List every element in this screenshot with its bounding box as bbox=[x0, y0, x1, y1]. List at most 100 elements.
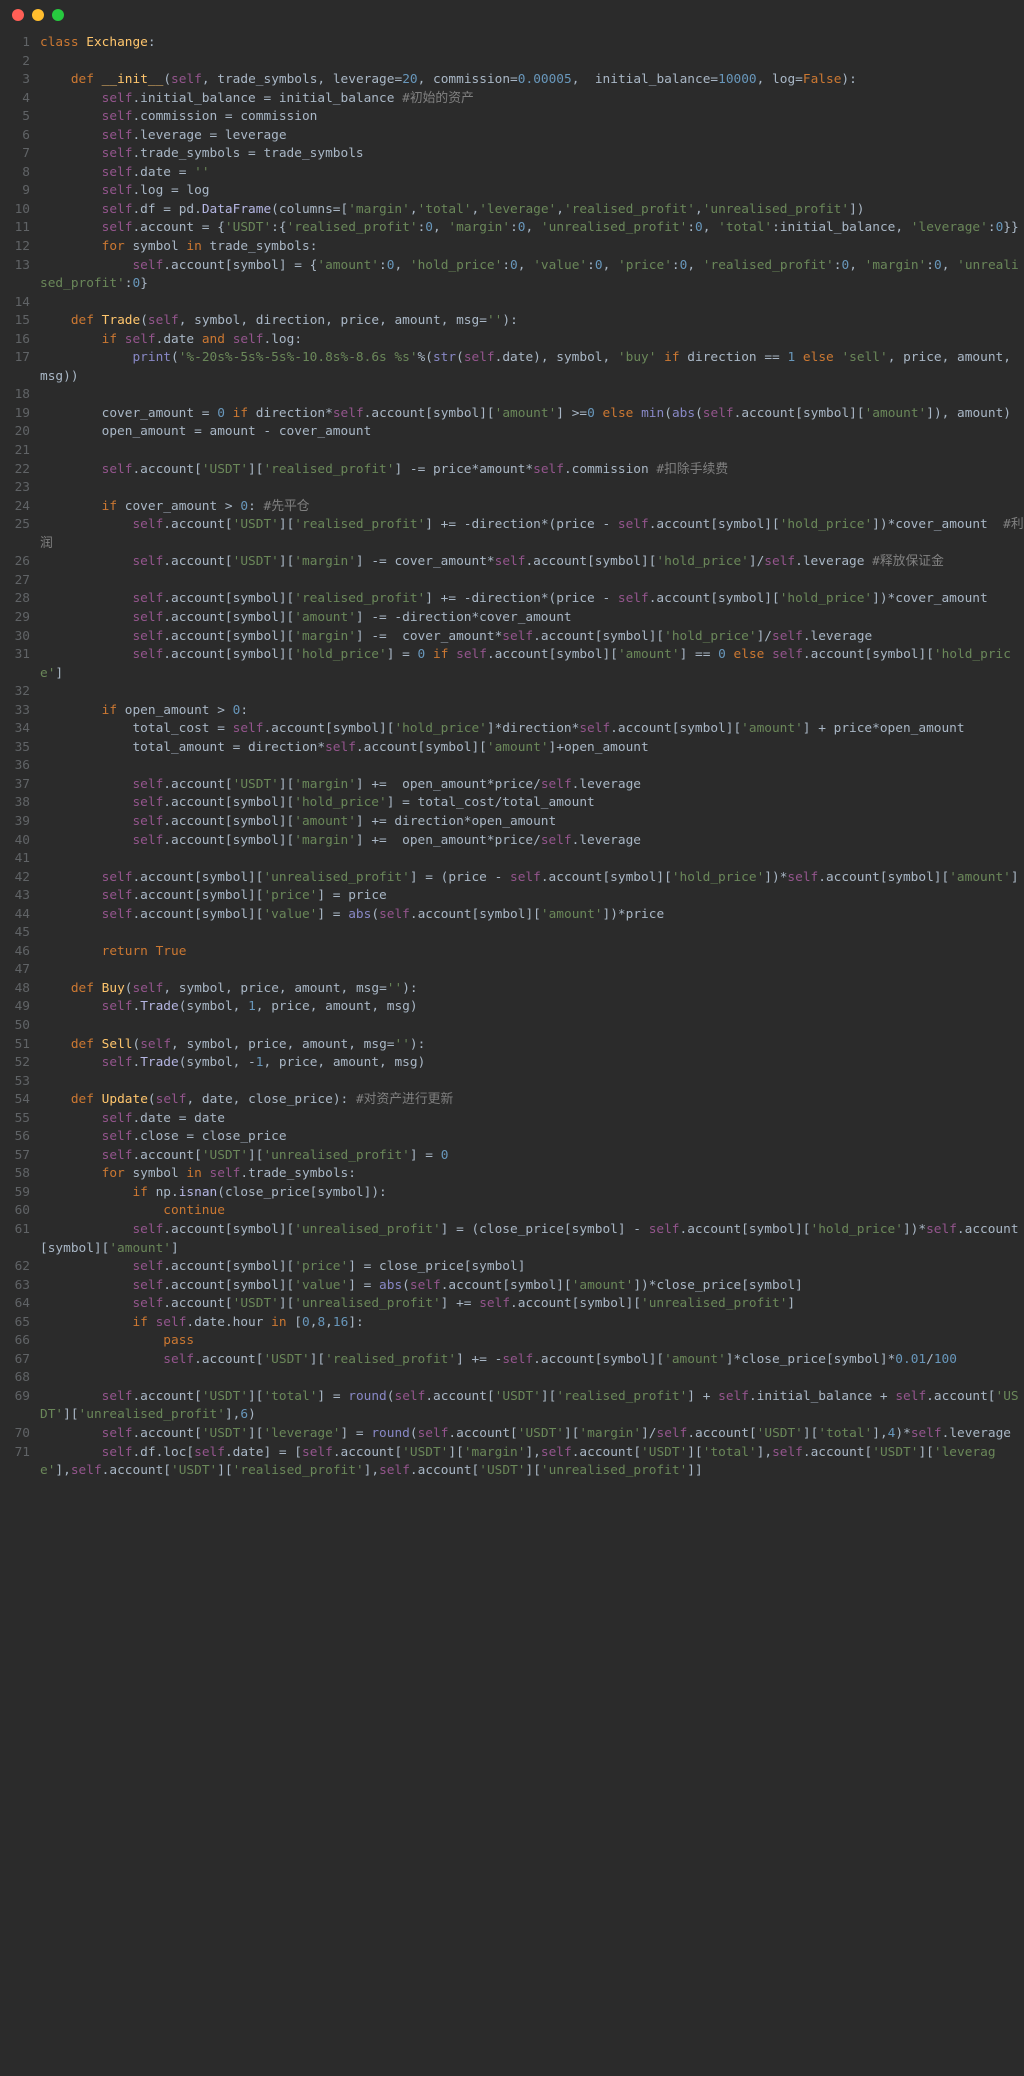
code-line[interactable]: 10 self.df = pd.DataFrame(columns=['marg… bbox=[0, 201, 1024, 220]
code-line[interactable]: 1class Exchange: bbox=[0, 34, 1024, 53]
code-line[interactable]: 52 self.Trade(symbol, -1, price, amount,… bbox=[0, 1054, 1024, 1073]
code-content[interactable]: self.date = '' bbox=[40, 164, 1024, 183]
code-content[interactable]: class Exchange: bbox=[40, 34, 1024, 53]
code-content[interactable] bbox=[40, 1073, 1024, 1092]
code-line[interactable]: 36 bbox=[0, 757, 1024, 776]
code-content[interactable]: self.account['USDT']['realised_profit'] … bbox=[40, 1351, 1024, 1370]
code-content[interactable]: self.account[symbol]['price'] = close_pr… bbox=[40, 1258, 1024, 1277]
code-content[interactable]: self.account['USDT']['unrealised_profit'… bbox=[40, 1295, 1024, 1314]
code-line[interactable]: 22 self.account['USDT']['realised_profit… bbox=[0, 461, 1024, 480]
code-content[interactable]: self.account[symbol]['margin'] -= cover_… bbox=[40, 628, 1024, 647]
code-line[interactable]: 44 self.account[symbol]['value'] = abs(s… bbox=[0, 906, 1024, 925]
code-line[interactable]: 70 self.account['USDT']['leverage'] = ro… bbox=[0, 1425, 1024, 1444]
code-content[interactable]: total_amount = direction*self.account[sy… bbox=[40, 739, 1024, 758]
code-line[interactable]: 48 def Buy(self, symbol, price, amount, … bbox=[0, 980, 1024, 999]
code-content[interactable] bbox=[40, 442, 1024, 461]
code-content[interactable]: def Update(self, date, close_price): #对资… bbox=[40, 1091, 1024, 1110]
code-line[interactable]: 24 if cover_amount > 0: #先平仓 bbox=[0, 498, 1024, 517]
code-line[interactable]: 59 if np.isnan(close_price[symbol]): bbox=[0, 1184, 1024, 1203]
code-line[interactable]: 30 self.account[symbol]['margin'] -= cov… bbox=[0, 628, 1024, 647]
code-line[interactable]: 12 for symbol in trade_symbols: bbox=[0, 238, 1024, 257]
code-line[interactable]: 58 for symbol in self.trade_symbols: bbox=[0, 1165, 1024, 1184]
code-content[interactable]: self.df.loc[self.date] = [self.account['… bbox=[40, 1444, 1024, 1481]
code-content[interactable]: self.log = log bbox=[40, 182, 1024, 201]
code-line[interactable]: 20 open_amount = amount - cover_amount bbox=[0, 423, 1024, 442]
code-line[interactable]: 54 def Update(self, date, close_price): … bbox=[0, 1091, 1024, 1110]
code-content[interactable]: self.account[symbol]['price'] = price bbox=[40, 887, 1024, 906]
code-line[interactable]: 55 self.date = date bbox=[0, 1110, 1024, 1129]
code-line[interactable]: 67 self.account['USDT']['realised_profit… bbox=[0, 1351, 1024, 1370]
code-content[interactable]: self.trade_symbols = trade_symbols bbox=[40, 145, 1024, 164]
code-content[interactable]: for symbol in self.trade_symbols: bbox=[40, 1165, 1024, 1184]
code-line[interactable]: 65 if self.date.hour in [0,8,16]: bbox=[0, 1314, 1024, 1333]
code-content[interactable] bbox=[40, 53, 1024, 72]
code-content[interactable]: self.account[symbol]['value'] = abs(self… bbox=[40, 1277, 1024, 1296]
code-content[interactable]: def Buy(self, symbol, price, amount, msg… bbox=[40, 980, 1024, 999]
code-line[interactable]: 9 self.log = log bbox=[0, 182, 1024, 201]
code-line[interactable]: 28 self.account[symbol]['realised_profit… bbox=[0, 590, 1024, 609]
code-content[interactable]: total_cost = self.account[symbol]['hold_… bbox=[40, 720, 1024, 739]
code-content[interactable]: self.account[symbol]['amount'] -= -direc… bbox=[40, 609, 1024, 628]
code-line[interactable]: 40 self.account[symbol]['margin'] += ope… bbox=[0, 832, 1024, 851]
code-line[interactable]: 71 self.df.loc[self.date] = [self.accoun… bbox=[0, 1444, 1024, 1481]
code-content[interactable]: self.leverage = leverage bbox=[40, 127, 1024, 146]
code-line[interactable]: 31 self.account[symbol]['hold_price'] = … bbox=[0, 646, 1024, 683]
code-line[interactable]: 27 bbox=[0, 572, 1024, 591]
code-content[interactable] bbox=[40, 683, 1024, 702]
code-line[interactable]: 49 self.Trade(symbol, 1, price, amount, … bbox=[0, 998, 1024, 1017]
code-line[interactable]: 68 bbox=[0, 1369, 1024, 1388]
code-content[interactable]: if np.isnan(close_price[symbol]): bbox=[40, 1184, 1024, 1203]
code-line[interactable]: 32 bbox=[0, 683, 1024, 702]
code-content[interactable] bbox=[40, 386, 1024, 405]
code-line[interactable]: 38 self.account[symbol]['hold_price'] = … bbox=[0, 794, 1024, 813]
code-content[interactable]: self.account['USDT']['realised_profit'] … bbox=[40, 516, 1024, 553]
code-content[interactable]: continue bbox=[40, 1202, 1024, 1221]
code-line[interactable]: 63 self.account[symbol]['value'] = abs(s… bbox=[0, 1277, 1024, 1296]
code-content[interactable]: if self.date and self.log: bbox=[40, 331, 1024, 350]
code-line[interactable]: 51 def Sell(self, symbol, price, amount,… bbox=[0, 1036, 1024, 1055]
code-content[interactable] bbox=[40, 1017, 1024, 1036]
code-content[interactable]: self.date = date bbox=[40, 1110, 1024, 1129]
code-content[interactable]: def Trade(self, symbol, direction, price… bbox=[40, 312, 1024, 331]
code-content[interactable]: self.account['USDT']['realised_profit'] … bbox=[40, 461, 1024, 480]
code-content[interactable]: cover_amount = 0 if direction*self.accou… bbox=[40, 405, 1024, 424]
code-content[interactable] bbox=[40, 850, 1024, 869]
code-content[interactable]: self.account['USDT']['total'] = round(se… bbox=[40, 1388, 1024, 1425]
code-line[interactable]: 26 self.account['USDT']['margin'] -= cov… bbox=[0, 553, 1024, 572]
code-line[interactable]: 57 self.account['USDT']['unrealised_prof… bbox=[0, 1147, 1024, 1166]
code-line[interactable]: 19 cover_amount = 0 if direction*self.ac… bbox=[0, 405, 1024, 424]
code-line[interactable]: 4 self.initial_balance = initial_balance… bbox=[0, 90, 1024, 109]
code-line[interactable]: 23 bbox=[0, 479, 1024, 498]
code-line[interactable]: 61 self.account[symbol]['unrealised_prof… bbox=[0, 1221, 1024, 1258]
minimize-icon[interactable] bbox=[32, 9, 44, 21]
code-content[interactable]: self.account[symbol]['realised_profit'] … bbox=[40, 590, 1024, 609]
code-line[interactable]: 56 self.close = close_price bbox=[0, 1128, 1024, 1147]
code-content[interactable]: self.Trade(symbol, -1, price, amount, ms… bbox=[40, 1054, 1024, 1073]
code-content[interactable]: self.account[symbol]['unrealised_profit'… bbox=[40, 1221, 1024, 1258]
code-content[interactable] bbox=[40, 572, 1024, 591]
code-content[interactable]: self.account[symbol] = {'amount':0, 'hol… bbox=[40, 257, 1024, 294]
code-line[interactable]: 35 total_amount = direction*self.account… bbox=[0, 739, 1024, 758]
code-content[interactable]: self.account['USDT']['margin'] -= cover_… bbox=[40, 553, 1024, 572]
code-line[interactable]: 17 print('%-20s%-5s%-5s%-10.8s%-8.6s %s'… bbox=[0, 349, 1024, 386]
code-line[interactable]: 5 self.commission = commission bbox=[0, 108, 1024, 127]
code-content[interactable] bbox=[40, 1369, 1024, 1388]
code-content[interactable] bbox=[40, 961, 1024, 980]
code-line[interactable]: 66 pass bbox=[0, 1332, 1024, 1351]
code-content[interactable]: if self.date.hour in [0,8,16]: bbox=[40, 1314, 1024, 1333]
code-content[interactable]: self.account['USDT']['margin'] += open_a… bbox=[40, 776, 1024, 795]
code-line[interactable]: 64 self.account['USDT']['unrealised_prof… bbox=[0, 1295, 1024, 1314]
code-line[interactable]: 45 bbox=[0, 924, 1024, 943]
code-content[interactable]: self.Trade(symbol, 1, price, amount, msg… bbox=[40, 998, 1024, 1017]
code-content[interactable] bbox=[40, 757, 1024, 776]
maximize-icon[interactable] bbox=[52, 9, 64, 21]
code-content[interactable]: print('%-20s%-5s%-5s%-10.8s%-8.6s %s'%(s… bbox=[40, 349, 1024, 386]
code-line[interactable]: 25 self.account['USDT']['realised_profit… bbox=[0, 516, 1024, 553]
code-line[interactable]: 7 self.trade_symbols = trade_symbols bbox=[0, 145, 1024, 164]
code-line[interactable]: 11 self.account = {'USDT':{'realised_pro… bbox=[0, 219, 1024, 238]
code-content[interactable] bbox=[40, 479, 1024, 498]
code-content[interactable]: self.df = pd.DataFrame(columns=['margin'… bbox=[40, 201, 1024, 220]
code-content[interactable] bbox=[40, 294, 1024, 313]
code-line[interactable]: 21 bbox=[0, 442, 1024, 461]
code-content[interactable] bbox=[40, 924, 1024, 943]
